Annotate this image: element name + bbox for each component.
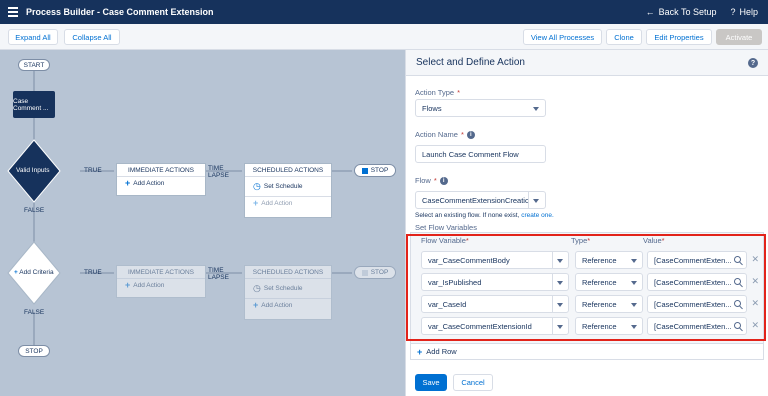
stop-icon — [361, 167, 368, 174]
add-action-scheduled-1[interactable]: + Add Action — [245, 197, 331, 209]
immediate-actions-title: IMMEDIATE ACTIONS — [117, 266, 205, 279]
set-flow-variables-label: Set Flow Variables — [415, 223, 477, 232]
create-one-link[interactable]: create one. — [521, 212, 554, 219]
plus-icon: + — [14, 269, 18, 276]
collapse-all-button[interactable]: Collapse All — [64, 29, 120, 45]
question-icon: ? — [730, 7, 736, 17]
immediate-actions-2: IMMEDIATE ACTIONS + Add Action — [116, 265, 206, 298]
cancel-button[interactable]: Cancel — [453, 374, 493, 391]
action-name-value: Launch Case Comment Flow — [422, 149, 519, 159]
scheduled-actions-title: SCHEDULED ACTIONS — [245, 164, 331, 177]
help-link[interactable]: ? Help — [730, 7, 758, 17]
false-label-1: FALSE — [24, 207, 45, 214]
add-action-immediate-1[interactable]: + Add Action — [117, 177, 205, 189]
stop-icon — [361, 269, 368, 276]
add-criteria[interactable]: + Add Criteria — [14, 269, 54, 276]
set-schedule-1[interactable]: ◷ Set Schedule — [245, 177, 331, 197]
add-row-button[interactable]: + Add Row — [411, 343, 763, 359]
true-label-2: TRUE — [84, 269, 102, 276]
plus-icon: + — [253, 300, 259, 310]
info-icon[interactable]: i — [439, 176, 448, 185]
stop-node-1[interactable]: STOP — [354, 164, 396, 177]
stop-node-2[interactable]: STOP — [354, 266, 396, 279]
criteria-label-1[interactable]: Valid Inputs — [16, 167, 49, 174]
stop-end-node: STOP — [18, 345, 50, 357]
flow-hint: Select an existing flow. If none exist, … — [415, 212, 554, 219]
time-lapse-2: TIME LAPSE — [208, 267, 229, 281]
menu-icon[interactable] — [6, 6, 20, 18]
immediate-actions-1: IMMEDIATE ACTIONS + Add Action — [116, 163, 206, 196]
plus-icon: + — [125, 280, 131, 290]
save-button[interactable]: Save — [415, 374, 447, 391]
stop-label: STOP — [370, 167, 389, 174]
connector-lines — [7, 71, 352, 346]
chevron-down-icon — [533, 107, 539, 111]
scheduled-actions-1: SCHEDULED ACTIONS ◷ Set Schedule + Add A… — [244, 163, 332, 218]
toolbar: Expand All Collapse All View All Process… — [0, 24, 768, 50]
plus-icon: + — [253, 198, 259, 208]
add-criteria-label: Add Criteria — [19, 269, 54, 276]
view-all-processes-button[interactable]: View All Processes — [523, 29, 602, 45]
set-schedule-label: Set Schedule — [263, 285, 303, 292]
action-name-text: Action Name — [415, 130, 458, 139]
panel-title: Select and Define Action — [406, 50, 768, 76]
process-canvas: START Case Comment ... Valid Inputs TRUE… — [0, 50, 405, 396]
chevron-down-icon — [533, 199, 539, 203]
plus-icon: + — [417, 346, 423, 357]
start-node: START — [18, 59, 50, 71]
add-action-label: Add Action — [133, 179, 165, 187]
add-row-label: Add Row — [426, 347, 457, 356]
app-title: Process Builder - Case Comment Extension — [26, 7, 214, 17]
stop-label: STOP — [370, 269, 389, 276]
edit-properties-button[interactable]: Edit Properties — [646, 29, 712, 45]
action-name-input[interactable]: Launch Case Comment Flow — [415, 145, 546, 163]
help-label: Help — [739, 7, 758, 17]
activate-button[interactable]: Activate — [716, 29, 762, 45]
help-icon[interactable]: ? — [748, 58, 758, 68]
add-action-label: Add Action — [261, 301, 293, 309]
false-label-2: FALSE — [24, 309, 45, 316]
flow-text: Flow — [415, 176, 431, 185]
plus-icon: + — [125, 178, 131, 188]
set-schedule-label: Set Schedule — [263, 183, 303, 190]
clone-button[interactable]: Clone — [606, 29, 642, 45]
flow-hint-text: Select an existing flow. If none exist, — [415, 212, 520, 219]
add-action-label: Add Action — [261, 199, 293, 207]
arrow-left-icon: ← — [645, 7, 655, 17]
action-type-select[interactable]: Flows — [415, 99, 546, 117]
back-to-setup-link[interactable]: ← Back To Setup — [646, 7, 717, 17]
clock-icon: ◷ — [253, 283, 261, 293]
flow-select[interactable]: CaseCommentExtensionCreatio — [415, 191, 546, 209]
clock-icon: ◷ — [253, 181, 261, 191]
add-action-scheduled-2[interactable]: + Add Action — [245, 299, 331, 311]
action-type-value: Flows — [422, 103, 442, 113]
true-label-1: TRUE — [84, 167, 102, 174]
scheduled-actions-2: SCHEDULED ACTIONS ◷ Set Schedule + Add A… — [244, 265, 332, 320]
app-header: Process Builder - Case Comment Extension… — [0, 0, 768, 24]
object-node[interactable]: Case Comment ... — [13, 91, 55, 118]
immediate-actions-title: IMMEDIATE ACTIONS — [117, 164, 205, 177]
back-label: Back To Setup — [658, 7, 717, 17]
highlight-box — [406, 234, 766, 341]
add-action-label: Add Action — [133, 281, 165, 289]
expand-all-button[interactable]: Expand All — [8, 29, 58, 45]
set-schedule-2[interactable]: ◷ Set Schedule — [245, 279, 331, 299]
flow-value: CaseCommentExtensionCreatio — [422, 195, 530, 205]
divider — [528, 192, 529, 208]
action-type-text: Action Type — [415, 88, 455, 97]
time-lapse-1: TIME LAPSE — [208, 165, 229, 179]
info-icon[interactable]: i — [466, 130, 475, 139]
scheduled-actions-title: SCHEDULED ACTIONS — [245, 266, 331, 279]
action-name-label: Action Name * i — [415, 130, 475, 139]
flow-label: Flow * i — [415, 176, 448, 185]
add-action-immediate-2[interactable]: + Add Action — [117, 279, 205, 291]
action-type-label: Action Type * — [415, 88, 460, 97]
